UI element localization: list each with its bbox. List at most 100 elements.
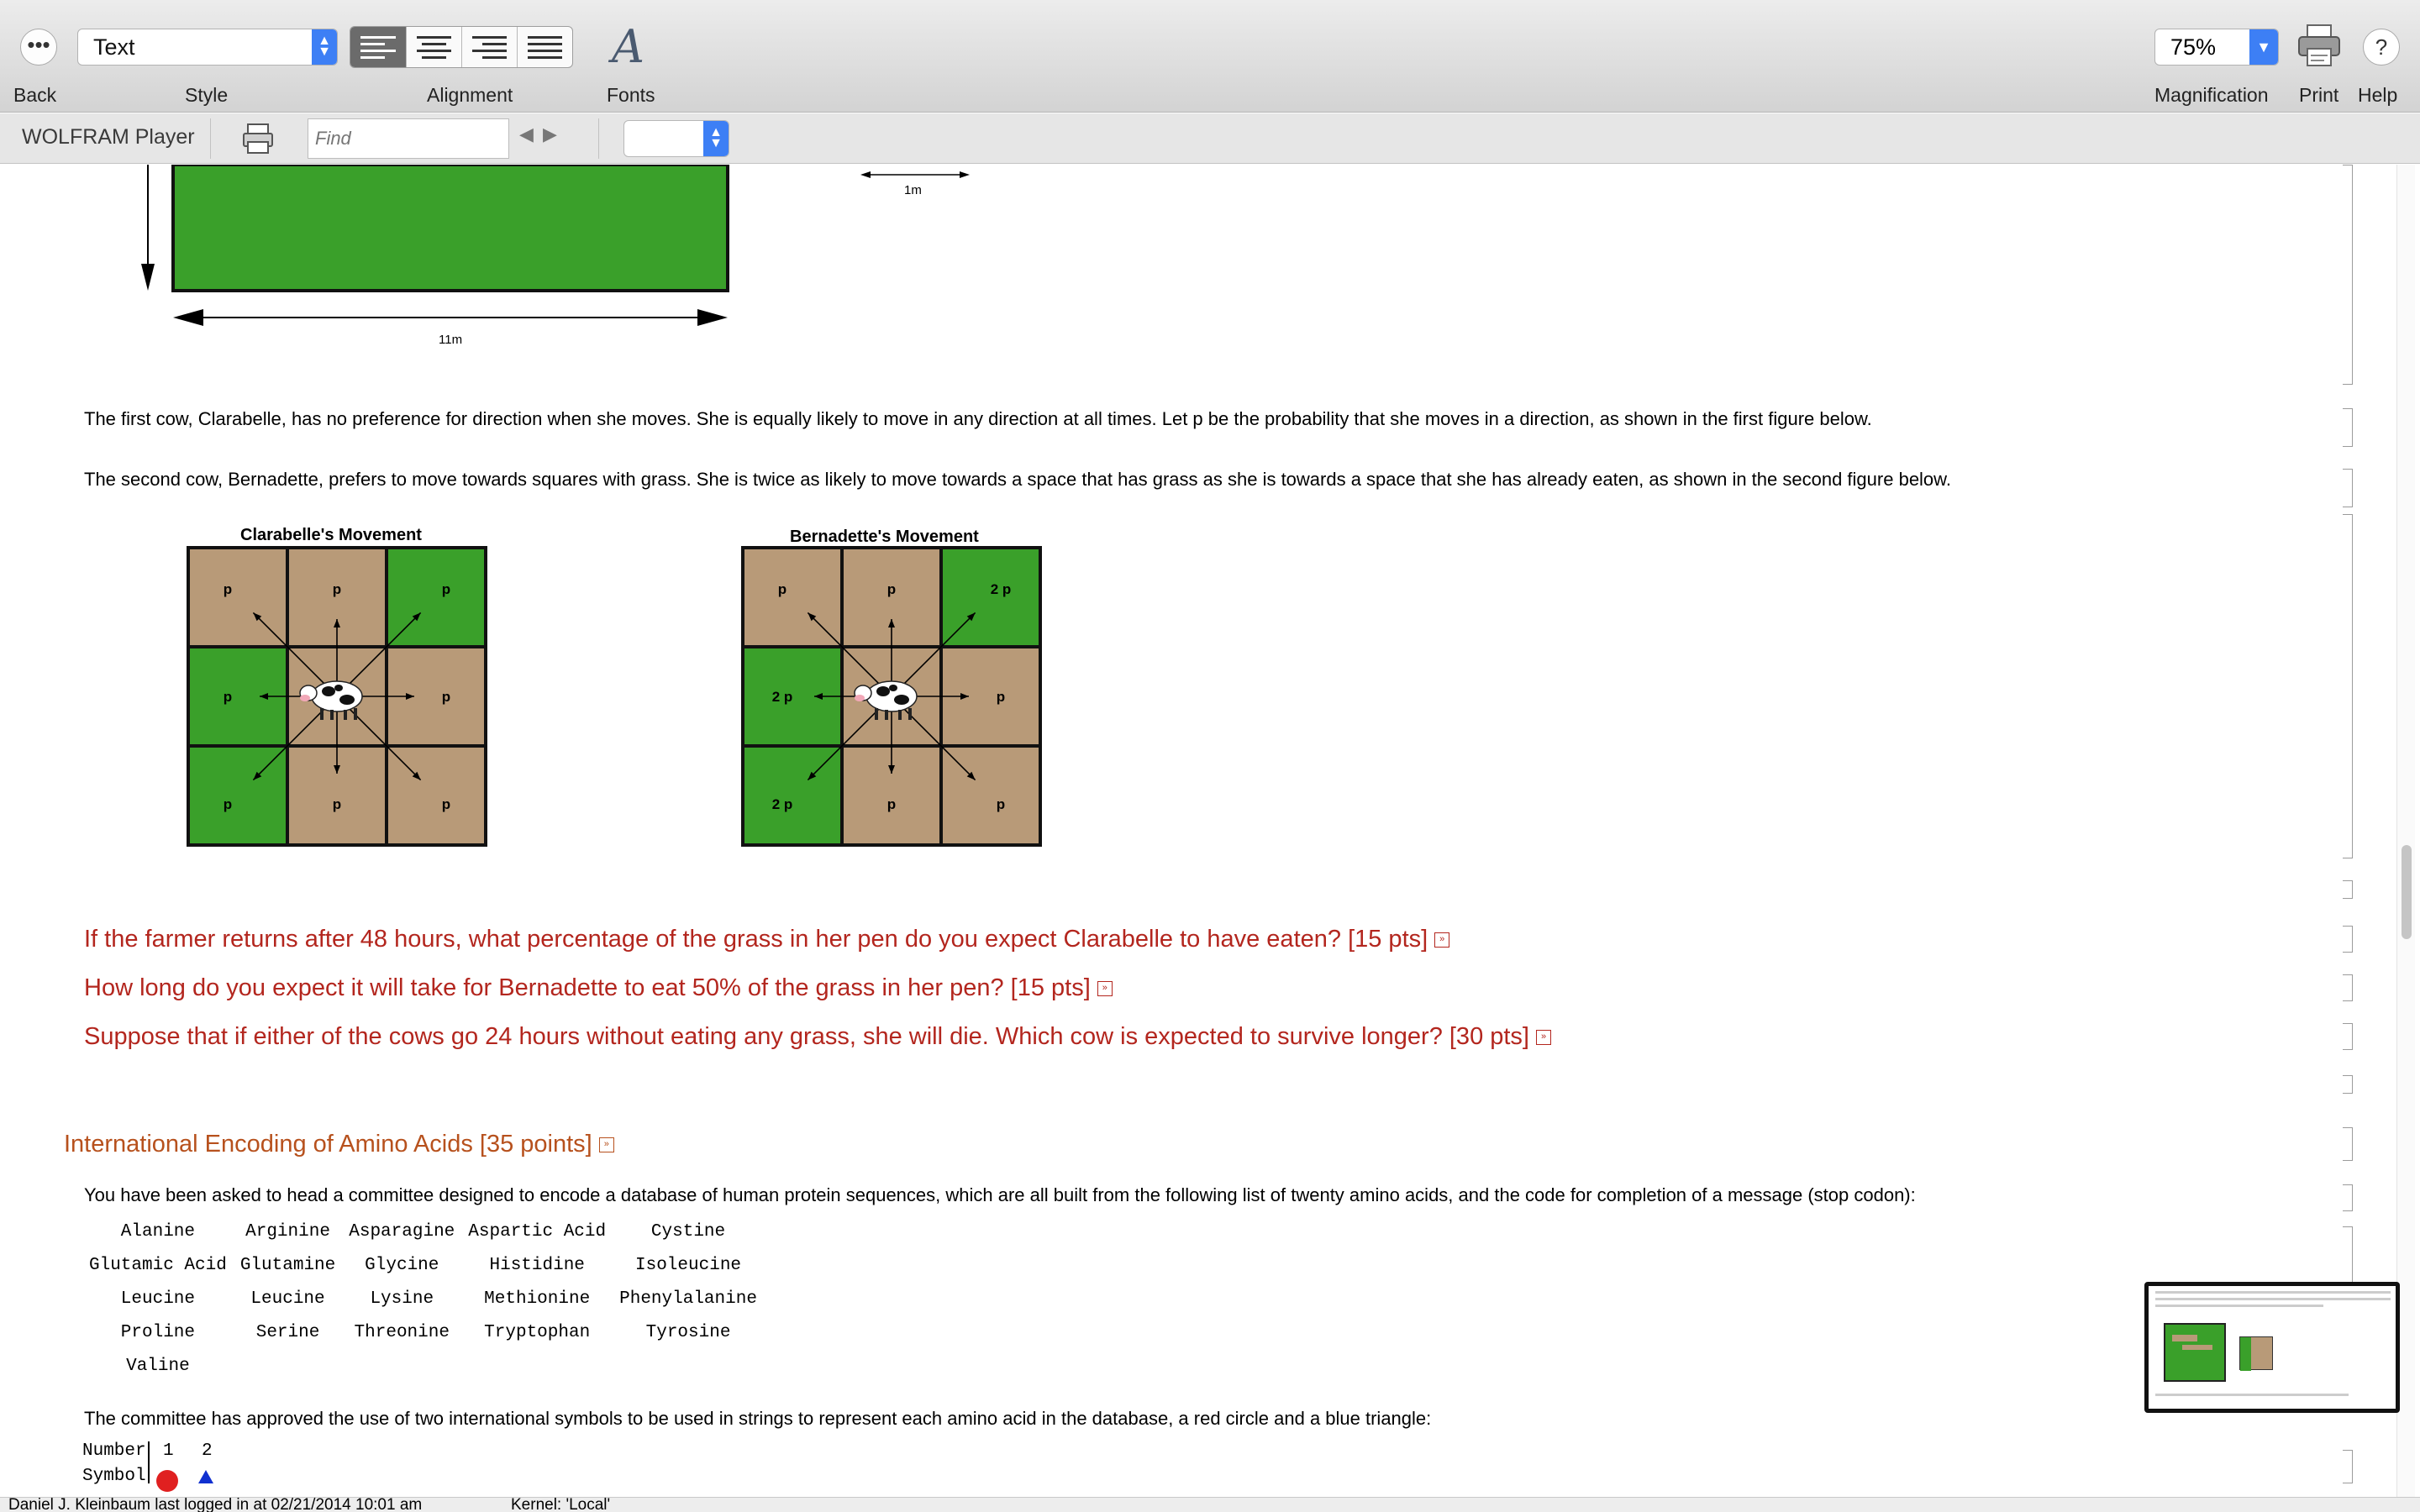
scroll-thumb[interactable] [2402, 845, 2412, 939]
expand-answer-icon[interactable]: » [1097, 981, 1113, 997]
cell-bracket[interactable] [2343, 165, 2353, 385]
amino-acid-table: Alanine Arginine Asparagine Aspartic Acid Cy… [82, 1215, 764, 1383]
number-2: 2 [202, 1441, 213, 1461]
number-row-label: Number [82, 1441, 146, 1461]
clarabelle-paragraph: The first cow, Clarabelle, has no prefer… [84, 408, 1872, 429]
amino-row: Valine [82, 1349, 764, 1383]
amino-acid-cell: Cystine [650, 1221, 726, 1242]
probability-label: p [333, 581, 341, 597]
minimap-dirt [2182, 1345, 2212, 1350]
style-select[interactable]: Text ▲ ▼ [77, 29, 338, 66]
amino-acid-cell: Glutamic Acid [89, 1255, 227, 1275]
amino-row: Leucine Leucine Lysine Methionine Phenylalan… [82, 1282, 764, 1315]
scale-arrowhead-left [860, 171, 871, 178]
printer-icon[interactable] [2296, 22, 2343, 69]
probability-label: 2 p [991, 581, 1012, 597]
document-minimap[interactable] [2144, 1282, 2400, 1413]
probability-label: p [224, 689, 232, 705]
amino-acid-cell: Alanine [120, 1221, 196, 1242]
style-value: Text [93, 34, 135, 60]
print-cell-icon[interactable] [240, 122, 276, 155]
status-bar: Daniel J. Kleinbaum last logged in at 02… [0, 1496, 2420, 1512]
amino-acid-cell: Tryptophan [484, 1322, 591, 1342]
minimap-grid [2239, 1336, 2273, 1371]
fonts-icon[interactable]: A [612, 20, 644, 73]
amino-acid-cell: Aspartic Acid [468, 1221, 607, 1242]
expand-answer-icon[interactable]: » [1434, 932, 1450, 948]
divider [598, 118, 599, 159]
amino-acid-cell: Leucine [120, 1289, 196, 1309]
question-1: If the farmer returns after 48 hours, wh… [84, 926, 1450, 953]
chevron-down-icon: ▼ [2249, 29, 2278, 65]
amino-acid-cell [461, 1349, 613, 1383]
magnification-value: 75% [2170, 34, 2217, 60]
app-title: WOLFRAM Player [22, 125, 195, 149]
section-heading: International Encoding of Amino Acids [3… [64, 1131, 614, 1158]
label-11m: 11m [439, 333, 463, 347]
probability-label: p [997, 796, 1005, 812]
blue-triangle-icon [198, 1470, 213, 1483]
amino-acid-cell: Leucine [250, 1289, 325, 1309]
cell-bracket[interactable] [2343, 1450, 2353, 1483]
back-button[interactable]: ••• [20, 29, 57, 66]
cell-bracket[interactable] [2343, 408, 2353, 447]
next-arrow-icon[interactable]: ▶ [543, 123, 557, 145]
alignment-group [350, 26, 573, 68]
amino-row: Glutamic Acid Glutamine Glycine Histidine Is… [82, 1248, 764, 1282]
cell-bracket[interactable] [2343, 514, 2353, 858]
amino-acid-cell [613, 1349, 764, 1383]
minimap-line [2155, 1394, 2349, 1396]
help-button[interactable]: ? [2363, 29, 2400, 66]
align-left-button[interactable] [350, 27, 406, 67]
cell-bracket[interactable] [2343, 974, 2353, 1001]
minimap-pen [2164, 1323, 2226, 1382]
symbol-row-label: Symbol [82, 1467, 146, 1486]
expand-section-icon[interactable]: » [598, 1137, 614, 1153]
login-status: Daniel J. Kleinbaum last logged in at 02… [8, 1496, 423, 1512]
amino-acid-cell: Arginine [245, 1221, 330, 1242]
amino-acid-cell: Phenylalanine [619, 1289, 757, 1309]
probability-label: p [224, 796, 232, 812]
cell-bracket[interactable] [2343, 469, 2353, 507]
cell-bracket[interactable] [2343, 880, 2353, 899]
probability-label: p [997, 689, 1005, 705]
amino-acid-cell: Histidine [489, 1255, 585, 1275]
amino-acid-cell: Threonine [354, 1322, 450, 1342]
print-label: Print [2299, 84, 2339, 106]
amino-acid-cell: Valine [126, 1356, 190, 1376]
probability-label: p [442, 689, 450, 705]
minimap-line [2155, 1291, 2391, 1294]
width-arrowhead-left [173, 309, 203, 326]
height-arrowhead [141, 264, 155, 291]
probability-label: p [442, 581, 450, 597]
updown-chevron-icon: ▲ ▼ [312, 29, 337, 65]
amino-row: Proline Serine Threonine Tryptophan Tyrosine [82, 1315, 764, 1349]
cell-bracket[interactable] [2343, 1023, 2353, 1050]
help-label: Help [2358, 84, 2398, 106]
bernadette-paragraph: The second cow, Bernadette, prefers to m… [84, 469, 1951, 490]
cell-bracket[interactable] [2343, 1075, 2353, 1094]
cell-style-select[interactable]: ▲ ▼ [623, 120, 729, 157]
question-1-text: If the farmer returns after 48 hours, wh… [84, 926, 1428, 953]
number-1: 1 [163, 1441, 174, 1461]
magnification-select[interactable]: 75% ▼ [2154, 29, 2279, 66]
expand-answer-icon[interactable]: » [1536, 1030, 1551, 1046]
notebook-document[interactable]: 11m 1m The first cow, Clarabelle, has no… [0, 165, 2420, 1497]
align-right-button[interactable] [461, 27, 517, 67]
cell-bracket[interactable] [2343, 1184, 2353, 1211]
amino-acid-cell: Isoleucine [635, 1255, 742, 1275]
find-input[interactable] [308, 118, 509, 159]
kernel-status: Kernel: 'Local' [511, 1496, 611, 1512]
align-justify-button[interactable] [517, 27, 572, 67]
amino-row: Alanine Arginine Asparagine Aspartic Acid Cy… [82, 1215, 764, 1248]
minimap-grass [2240, 1337, 2251, 1371]
amino-acid-cell: Glycine [365, 1255, 439, 1275]
amino-acid-cell: Proline [120, 1322, 196, 1342]
cell-bracket[interactable] [2343, 1127, 2353, 1161]
cell-bracket[interactable] [2343, 926, 2353, 953]
pen-grass-rect [171, 165, 729, 292]
width-arrowhead-right [697, 309, 728, 326]
previous-arrow-icon[interactable]: ◀ [519, 123, 534, 145]
question-2-text: How long do you expect it will take for … [84, 974, 1091, 1001]
align-center-button[interactable] [406, 27, 461, 67]
